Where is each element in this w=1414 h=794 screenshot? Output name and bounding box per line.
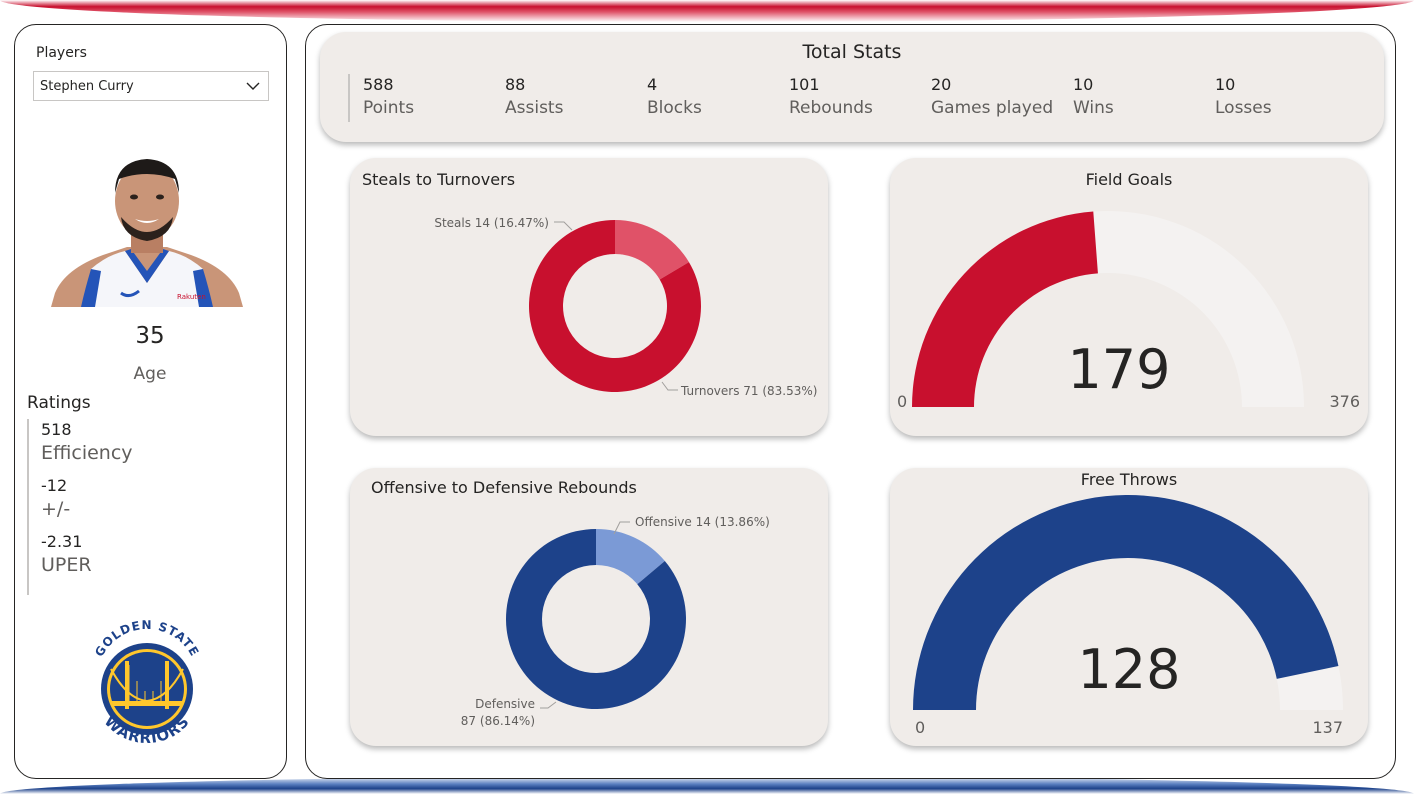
stat-label: Blocks (647, 98, 702, 118)
chevron-down-icon (246, 82, 260, 90)
stat-losses: 10 Losses (1202, 74, 1344, 122)
stat-label: Assists (505, 98, 564, 118)
rating-value: -12 (41, 476, 68, 495)
stat-assists: 88 Assists (492, 74, 634, 122)
stat-value: 4 (647, 75, 658, 94)
rating-label: Efficiency (41, 442, 133, 464)
stat-value: 88 (505, 75, 526, 94)
rating-value: 518 (41, 420, 72, 439)
defensive-data-label-line2: 87 (86.14%) (461, 714, 535, 728)
stat-label: Points (363, 98, 415, 118)
stat-value: 101 (789, 75, 820, 94)
rating-plus-minus: -12 +/- (41, 475, 227, 521)
ratings-title: Ratings (27, 393, 91, 413)
steals-data-label: Steals 14 (16.47%) (434, 216, 549, 230)
free-throws-gauge: 128 0 137 (913, 494, 1343, 737)
total-stats-card: Total Stats 588 Points 88 Assists 4 Bloc… (320, 32, 1384, 142)
steals-turnovers-card: Steals to Turnovers Steals 14 (16.47%) T… (350, 158, 828, 436)
rating-value: -2.31 (41, 532, 83, 551)
ratings-list: 518 Efficiency -12 +/- -2.31 UPER (27, 419, 227, 595)
turnovers-data-label: Turnovers 71 (83.53%) (680, 384, 817, 398)
svg-text:Rakuten: Rakuten (177, 293, 206, 301)
players-filter-label: Players (36, 45, 87, 61)
player-dropdown-value: Stephen Curry (40, 78, 134, 94)
stat-blocks: 4 Blocks (634, 74, 776, 122)
free-throws-value: 128 (1077, 638, 1180, 701)
stat-value: 20 (931, 75, 952, 94)
free-throws-card: Free Throws 128 0 137 (890, 468, 1368, 746)
steals-leader-line (554, 221, 573, 231)
stat-games-played: 20 Games played (918, 74, 1060, 122)
defensive-data-label-line1: Defensive (475, 697, 535, 711)
field-goals-card: Field Goals 179 0 376 (890, 158, 1368, 436)
field-goals-min: 0 (897, 392, 907, 411)
stat-points: 588 Points (350, 74, 492, 122)
rating-efficiency: 518 Efficiency (41, 419, 227, 465)
stat-wins: 10 Wins (1060, 74, 1202, 122)
stat-label: Games played (931, 98, 1054, 118)
top-accent-bar (0, 0, 1414, 22)
warriors-logo: GOLDEN STATE WARRIORS (92, 618, 201, 747)
player-dropdown[interactable]: Stephen Curry (33, 71, 269, 101)
stat-value: 10 (1215, 75, 1236, 94)
stat-value: 588 (363, 75, 394, 94)
player-sidebar: Players Stephen Curry Rakuten 35 Age Rat… (14, 24, 287, 779)
free-throws-min: 0 (915, 718, 925, 737)
rebounds-card: Offensive to Defensive Rebounds Offensiv… (350, 468, 828, 746)
age-label: Age (133, 364, 167, 384)
rating-label: +/- (41, 498, 71, 520)
stat-label: Losses (1215, 98, 1272, 118)
free-throws-max: 137 (1312, 718, 1343, 737)
total-stats-title: Total Stats (802, 41, 902, 63)
turnovers-leader-line (661, 381, 678, 391)
rebounds-chart: Offensive 14 (13.86%) Defensive 87 (86.1… (461, 515, 770, 728)
stat-label: Wins (1073, 98, 1114, 118)
defensive-leader-line (540, 701, 557, 709)
stat-value: 10 (1073, 75, 1094, 94)
field-goals-gauge: 179 0 376 (897, 211, 1360, 411)
field-goals-max: 376 (1329, 392, 1360, 411)
steals-turnovers-chart: Steals 14 (16.47%) Turnovers 71 (83.53%) (434, 216, 817, 398)
total-stats-row: 588 Points 88 Assists 4 Blocks 101 Rebou… (348, 74, 1344, 122)
rating-uper: -2.31 UPER (41, 531, 227, 577)
field-goals-value: 179 (1067, 338, 1170, 401)
stat-rebounds: 101 Rebounds (776, 74, 918, 122)
player-photo: Rakuten (51, 159, 243, 307)
rating-label: UPER (41, 554, 92, 576)
stat-label: Rebounds (789, 98, 873, 118)
offensive-data-label: Offensive 14 (13.86%) (635, 515, 770, 529)
age-value: 35 (135, 323, 165, 349)
